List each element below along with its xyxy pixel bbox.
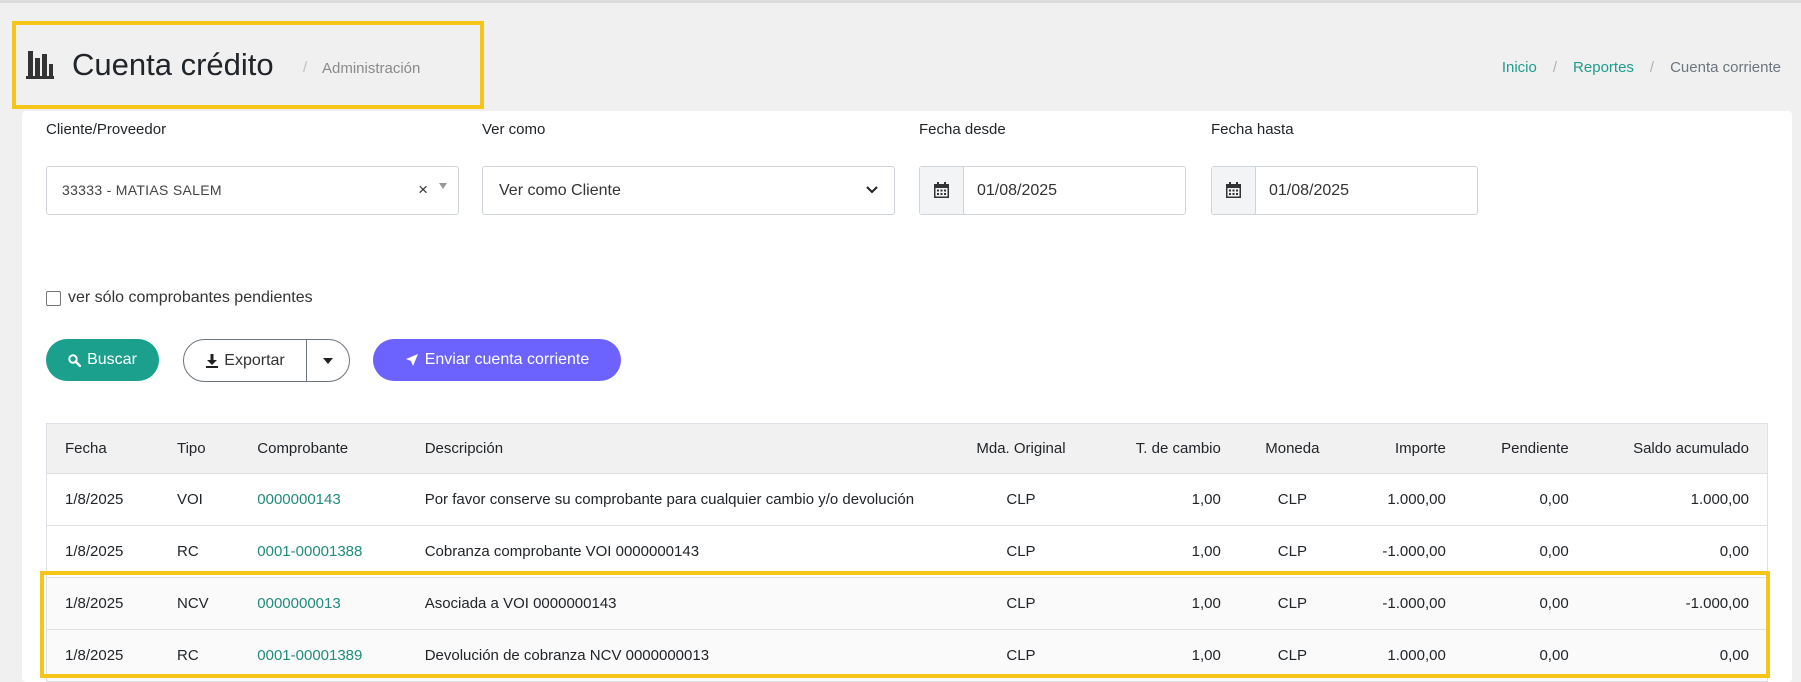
cell-fecha: 1/8/2025 [47, 629, 159, 682]
cell-mda-original: CLP [946, 525, 1096, 578]
cell-importe: -1.000,00 [1345, 525, 1464, 578]
cell-moneda: CLP [1238, 629, 1346, 682]
column-header[interactable]: Comprobante [239, 424, 407, 474]
cell-mda-original: CLP [946, 577, 1096, 630]
report-card: Cliente/Proveedor 33333 - MATIAS SALEM ×… [22, 111, 1792, 682]
cell-descripcion: Cobranza comprobante VOI 0000000143 [406, 525, 947, 578]
paper-plane-icon [405, 354, 418, 366]
fecha-desde-field[interactable]: 01/08/2025 [919, 166, 1186, 215]
cell-t-cambio: 1,00 [1095, 577, 1239, 630]
cell-t-cambio: 1,00 [1095, 525, 1239, 578]
caret-down-icon [323, 357, 333, 364]
cell-moneda: CLP [1238, 525, 1346, 578]
fecha-hasta-input[interactable]: 01/08/2025 [1269, 182, 1349, 200]
enviar-label: Enviar cuenta corriente [424, 351, 590, 368]
cell-importe: -1.000,00 [1345, 577, 1464, 630]
cell-saldo: 0,00 [1586, 629, 1767, 682]
cell-pendiente: 0,00 [1463, 577, 1587, 630]
search-icon [68, 353, 82, 367]
clear-icon[interactable]: × [418, 180, 428, 200]
cell-tipo: RC [158, 525, 240, 578]
fecha-desde-label: Fecha desde [919, 121, 1006, 138]
enviar-cuenta-corriente-button[interactable]: Enviar cuenta corriente [373, 339, 621, 381]
buscar-button[interactable]: Buscar [46, 339, 159, 381]
chevron-down-icon [866, 186, 878, 194]
breadcrumb-separator: / [1649, 59, 1655, 76]
column-header[interactable]: Saldo acumulado [1586, 424, 1767, 474]
calendar-addon[interactable] [920, 167, 964, 214]
column-header[interactable]: Importe [1345, 424, 1464, 474]
table-row: 1/8/2025 RC 0001-00001388 Cobranza compr… [47, 525, 1767, 578]
cell-descripcion: Por favor conserve su comprobante para c… [406, 473, 947, 526]
exportar-button-group: Exportar [183, 339, 350, 382]
download-icon [206, 353, 219, 368]
cell-saldo: 0,00 [1586, 525, 1767, 578]
cell-tipo: RC [158, 629, 240, 682]
exportar-button[interactable]: Exportar [184, 340, 307, 381]
cell-tipo: NCV [158, 577, 240, 630]
cuenta-table-wrapper: Fecha Tipo Comprobante Descripción Mda. … [46, 423, 1768, 682]
table-row: 1/8/2025 RC 0001-00001389 Devolución de … [47, 629, 1767, 682]
client-label: Cliente/Proveedor [46, 121, 167, 138]
column-header[interactable]: Mda. Original [946, 424, 1096, 474]
client-select-value: 33333 - MATIAS SALEM [62, 182, 222, 198]
pendientes-checkbox[interactable] [46, 290, 61, 306]
column-header[interactable]: T. de cambio [1095, 424, 1239, 474]
breadcrumb: Inicio / Reportes / Cuenta corriente [1502, 59, 1781, 76]
dropdown-arrow-icon[interactable] [439, 183, 447, 189]
cell-descripcion: Devolución de cobranza NCV 0000000013 [406, 629, 947, 682]
cell-importe: 1.000,00 [1345, 629, 1464, 682]
cell-saldo: 1.000,00 [1586, 473, 1767, 526]
title-highlight-box [12, 21, 484, 109]
cell-mda-original: CLP [946, 629, 1096, 682]
comprobante-link[interactable]: 0000000143 [239, 473, 407, 526]
calendar-addon[interactable] [1212, 167, 1256, 214]
column-header[interactable]: Pendiente [1463, 424, 1587, 474]
breadcrumb-separator: / [1552, 59, 1558, 76]
cell-pendiente: 0,00 [1463, 629, 1587, 682]
cell-t-cambio: 1,00 [1095, 473, 1239, 526]
vercomo-select[interactable]: Ver como Cliente [482, 166, 895, 215]
exportar-label: Exportar [224, 351, 285, 369]
cell-fecha: 1/8/2025 [47, 577, 159, 630]
breadcrumb-current: Cuenta corriente [1670, 59, 1781, 76]
buscar-label: Buscar [87, 351, 137, 368]
table-row: 1/8/2025 VOI 0000000143 Por favor conser… [47, 473, 1767, 526]
comprobante-link[interactable]: 0000000013 [239, 577, 407, 630]
fecha-hasta-label: Fecha hasta [1211, 121, 1294, 138]
fecha-hasta-field[interactable]: 01/08/2025 [1211, 166, 1478, 215]
cell-t-cambio: 1,00 [1095, 629, 1239, 682]
comprobante-link[interactable]: 0001-00001388 [239, 525, 407, 578]
cell-descripcion: Asociada a VOI 0000000143 [406, 577, 947, 630]
cell-fecha: 1/8/2025 [47, 525, 159, 578]
breadcrumb-inicio[interactable]: Inicio [1502, 59, 1537, 76]
vercomo-label: Ver como [482, 121, 546, 138]
cell-mda-original: CLP [946, 473, 1096, 526]
column-header[interactable]: Tipo [158, 424, 240, 474]
cell-fecha: 1/8/2025 [47, 473, 159, 526]
cell-pendiente: 0,00 [1463, 525, 1587, 578]
pendientes-label[interactable]: ver sólo comprobantes pendientes [68, 289, 313, 307]
exportar-dropdown-toggle[interactable] [307, 340, 349, 381]
column-header[interactable]: Moneda [1238, 424, 1346, 474]
cell-moneda: CLP [1238, 577, 1346, 630]
calendar-icon [934, 182, 949, 198]
cuenta-table: Fecha Tipo Comprobante Descripción Mda. … [47, 424, 1767, 682]
column-header[interactable]: Fecha [47, 424, 159, 474]
cell-moneda: CLP [1238, 473, 1346, 526]
table-header-row: Fecha Tipo Comprobante Descripción Mda. … [47, 424, 1767, 474]
breadcrumb-reportes[interactable]: Reportes [1573, 59, 1634, 76]
table-row: 1/8/2025 NCV 0000000013 Asociada a VOI 0… [47, 577, 1767, 630]
calendar-icon [1226, 182, 1241, 198]
cell-saldo: -1.000,00 [1586, 577, 1767, 630]
comprobante-link[interactable]: 0001-00001389 [239, 629, 407, 682]
fecha-desde-input[interactable]: 01/08/2025 [977, 182, 1057, 200]
pendientes-filter: ver sólo comprobantes pendientes [46, 289, 313, 307]
cell-tipo: VOI [158, 473, 240, 526]
client-select[interactable]: 33333 - MATIAS SALEM × [46, 166, 459, 215]
column-header[interactable]: Descripción [406, 424, 947, 474]
cell-importe: 1.000,00 [1345, 473, 1464, 526]
vercomo-select-value: Ver como Cliente [499, 182, 621, 199]
cell-pendiente: 0,00 [1463, 473, 1587, 526]
